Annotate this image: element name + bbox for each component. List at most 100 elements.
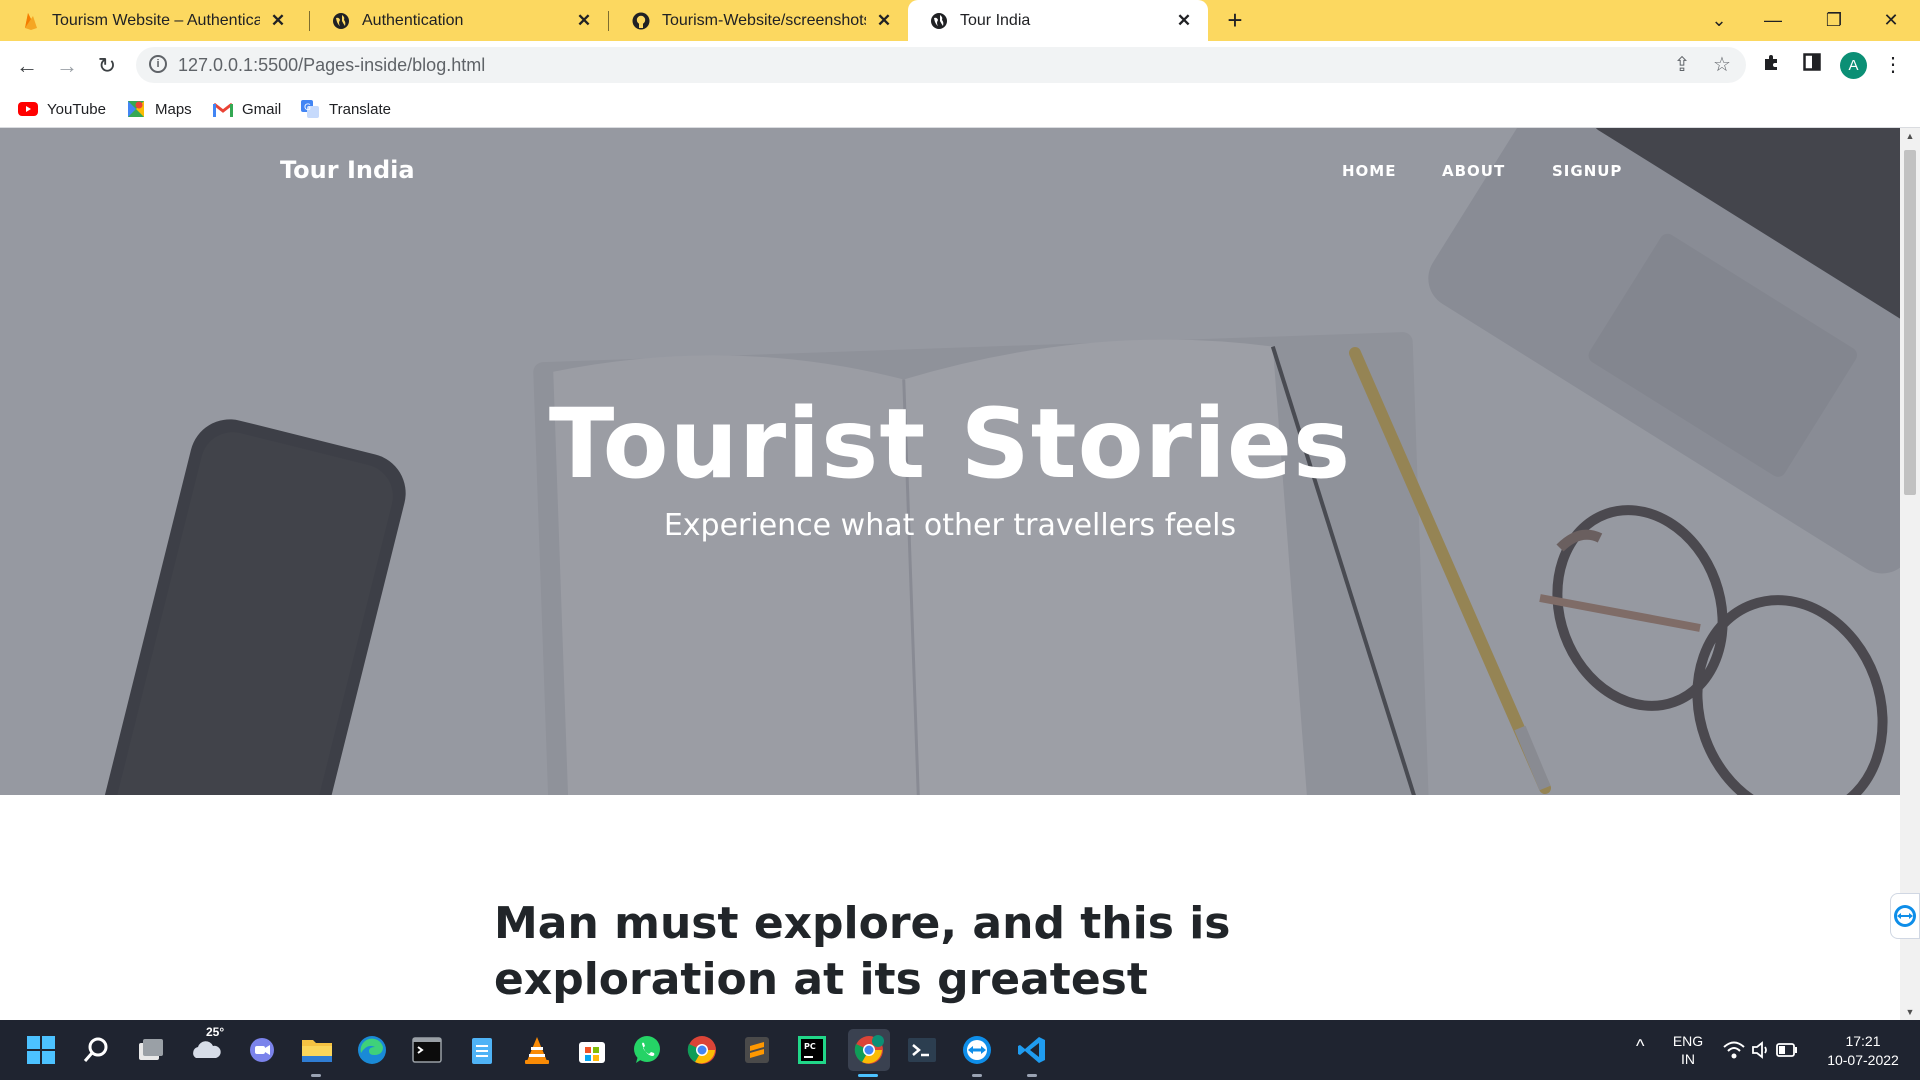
bookmarks-bar: YouTube Maps Gmail G Translate [0,90,1920,128]
teamviewer-icon[interactable] [958,1031,996,1069]
post-heading-line: Man must explore, and this is [494,898,1231,949]
translate-icon: G [300,100,320,118]
hero-subtitle: Experience what other travellers feels [663,508,1237,543]
bookmark-label: Gmail [242,100,282,118]
share-icon[interactable]: ⇪ [1670,53,1694,77]
language-code: ENG [1672,1033,1704,1049]
chrome-icon[interactable] [683,1031,721,1069]
start-icon[interactable] [22,1031,60,1069]
tab-label: Authentication [362,11,464,29]
site-info-icon[interactable]: i [149,55,167,73]
teamviewer-quick-icon[interactable] [1890,893,1920,939]
browser-tab-strip: Tourism Website – Authenticatio ✕ Authen… [0,0,1920,41]
task-view-icon[interactable] [132,1031,170,1069]
running-indicator [972,1074,982,1077]
bookmark-youtube[interactable]: YouTube [18,98,106,120]
sublime-icon[interactable] [738,1031,776,1069]
running-indicator [1027,1074,1037,1077]
pycharm-icon[interactable]: PC [793,1031,831,1069]
menu-kebab-icon[interactable]: ⋮ [1880,52,1906,78]
nav-link-signup[interactable]: SIGNUP [1552,162,1622,180]
clock-time: 17:21 [1845,1033,1881,1049]
region-code: IN [1681,1051,1695,1067]
show-hidden-icons-icon[interactable]: ^ [1636,1036,1644,1057]
active-indicator [858,1074,878,1077]
scroll-up-icon[interactable]: ▲ [1900,128,1920,144]
post-heading-line: exploration at its greatest [494,954,1148,1005]
notepad-icon[interactable] [463,1031,501,1069]
wifi-icon[interactable] [1722,1031,1746,1069]
language-indicator[interactable]: ENG IN [1668,1032,1708,1068]
new-tab-button[interactable]: + [1222,7,1248,34]
tab-github-screenshots[interactable]: Tourism-Website/screenshots at ✕ [610,0,908,41]
bookmark-maps[interactable]: Maps [126,98,192,120]
vscode-icon[interactable] [1013,1031,1051,1069]
page-scrollbar[interactable]: ▲ ▼ [1900,128,1920,1020]
tab-label: Tourism Website – Authenticatio [52,11,260,29]
windows-taskbar: 25° PC ^ ENG IN 17:21 10-07-2022 [0,1020,1920,1080]
bookmark-label: YouTube [47,100,106,118]
github-icon [632,12,650,30]
whatsapp-icon[interactable] [628,1031,666,1069]
tab-authentication[interactable]: Authentication ✕ [310,0,608,41]
close-tab-icon[interactable]: ✕ [268,11,288,31]
profile-avatar[interactable]: A [1840,52,1867,79]
clock-date: 10-07-2022 [1827,1052,1899,1068]
teams-chat-icon[interactable] [243,1031,281,1069]
page-viewport: Tour India HOME ABOUT SIGNUP Tourist Sto… [0,128,1900,1020]
scrollbar-thumb[interactable] [1904,150,1916,495]
vlc-icon[interactable] [518,1031,556,1069]
minimize-icon[interactable]: — [1756,4,1790,36]
forward-icon[interactable]: → [52,51,82,81]
browser-toolbar: ← → ↻ i 127.0.0.1:5500/Pages-inside/blog… [0,41,1920,90]
file-explorer-icon[interactable] [298,1031,336,1069]
globe-icon [930,12,948,30]
close-tab-icon[interactable]: ✕ [1174,11,1194,31]
terminal-icon[interactable] [408,1031,446,1069]
tab-separator [608,11,609,31]
back-icon[interactable]: ← [12,51,42,81]
tab-search-icon[interactable]: ⌄ [1702,4,1736,36]
address-bar[interactable]: i 127.0.0.1:5500/Pages-inside/blog.html … [136,47,1746,83]
tab-tour-india[interactable]: Tour India ✕ [908,0,1208,41]
firebase-icon [22,12,40,30]
close-tab-icon[interactable]: ✕ [874,11,894,31]
bookmark-label: Translate [329,100,391,118]
extensions-icon[interactable] [1759,52,1785,78]
clock[interactable]: 17:21 10-07-2022 [1818,1032,1908,1070]
bookmark-star-icon[interactable]: ☆ [1710,53,1734,77]
svg-text:PC: PC [804,1042,816,1051]
restore-icon[interactable]: ❐ [1817,4,1851,36]
search-icon[interactable] [77,1031,115,1069]
gmail-icon [213,100,233,118]
reload-icon[interactable]: ↻ [92,51,122,81]
svg-text:G: G [304,103,311,113]
running-indicator [311,1074,321,1077]
store-icon[interactable] [573,1031,611,1069]
weather-icon[interactable]: 25° [188,1025,226,1069]
close-tab-icon[interactable]: ✕ [574,11,594,31]
globe-icon [332,12,350,30]
bookmark-gmail[interactable]: Gmail [213,98,281,120]
scroll-down-icon[interactable]: ▼ [1900,1004,1920,1020]
close-window-icon[interactable]: ✕ [1874,4,1908,36]
edge-icon[interactable] [353,1031,391,1069]
nav-link-about[interactable]: ABOUT [1442,162,1505,180]
tab-label: Tour India [960,11,1031,29]
chrome-profile-icon[interactable] [848,1029,890,1071]
tab-label: Tourism-Website/screenshots at [662,11,866,29]
volume-icon[interactable] [1749,1031,1773,1069]
tab-tourism-auth[interactable]: Tourism Website – Authenticatio ✕ [0,0,302,41]
bookmark-label: Maps [155,100,192,118]
post-heading: Man must explore, and this is exploratio… [494,896,1394,1008]
url-text: 127.0.0.1:5500/Pages-inside/blog.html [178,55,486,75]
side-panel-icon[interactable] [1799,52,1825,78]
battery-icon[interactable] [1775,1031,1799,1069]
youtube-icon [18,100,38,118]
nav-link-home[interactable]: HOME [1342,162,1396,180]
bookmark-translate[interactable]: G Translate [300,98,391,120]
site-brand-logo[interactable]: Tour India [280,156,415,184]
hero-section: Tour India HOME ABOUT SIGNUP Tourist Sto… [0,128,1900,795]
maps-icon [126,100,146,118]
powershell-icon[interactable] [903,1031,941,1069]
